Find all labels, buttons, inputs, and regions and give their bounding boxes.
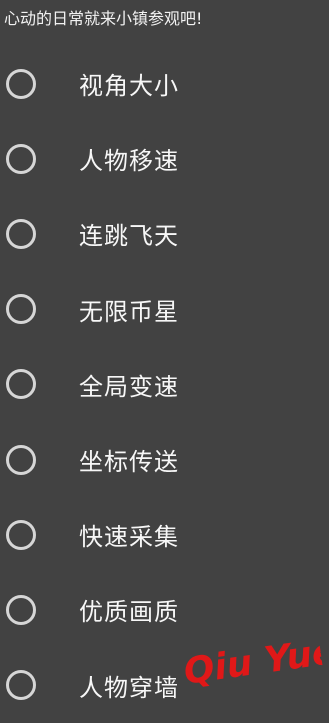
radio-button[interactable]: [6, 670, 36, 701]
radio-button[interactable]: [6, 519, 36, 550]
radio-button[interactable]: [6, 594, 36, 625]
option-multi-jump[interactable]: 连跳飞天: [0, 196, 329, 271]
options-list: 视角大小 人物移速 连跳飞天 无限币星 全局变速 坐标传送 快速采集 优质画质 …: [0, 46, 329, 723]
radio-button[interactable]: [6, 444, 36, 475]
option-label: 全局变速: [79, 372, 179, 401]
radio-button[interactable]: [6, 68, 36, 99]
option-infinite-coins[interactable]: 无限币星: [0, 272, 329, 347]
option-label: 无限币星: [79, 297, 179, 326]
option-label: 快速采集: [79, 523, 179, 552]
radio-button[interactable]: [6, 369, 36, 400]
option-label: 视角大小: [79, 72, 179, 101]
radio-button[interactable]: [6, 218, 36, 249]
option-label: 优质画质: [79, 598, 179, 627]
option-fast-gather[interactable]: 快速采集: [0, 497, 329, 572]
radio-button[interactable]: [6, 294, 36, 325]
option-view-size[interactable]: 视角大小: [0, 46, 329, 121]
option-label: 人物移速: [79, 147, 179, 176]
option-coordinate-teleport[interactable]: 坐标传送: [0, 422, 329, 497]
radio-button[interactable]: [6, 143, 36, 174]
option-label: 连跳飞天: [79, 222, 179, 251]
option-global-speed[interactable]: 全局变速: [0, 347, 329, 422]
option-label: 人物穿墙: [79, 673, 179, 702]
option-label: 坐标传送: [79, 448, 179, 477]
page-title: 心动的日常就来小镇参观吧!: [4, 9, 203, 28]
option-move-speed[interactable]: 人物移速: [0, 121, 329, 196]
svg-text:Qiu Yue: Qiu Yue: [181, 631, 324, 693]
